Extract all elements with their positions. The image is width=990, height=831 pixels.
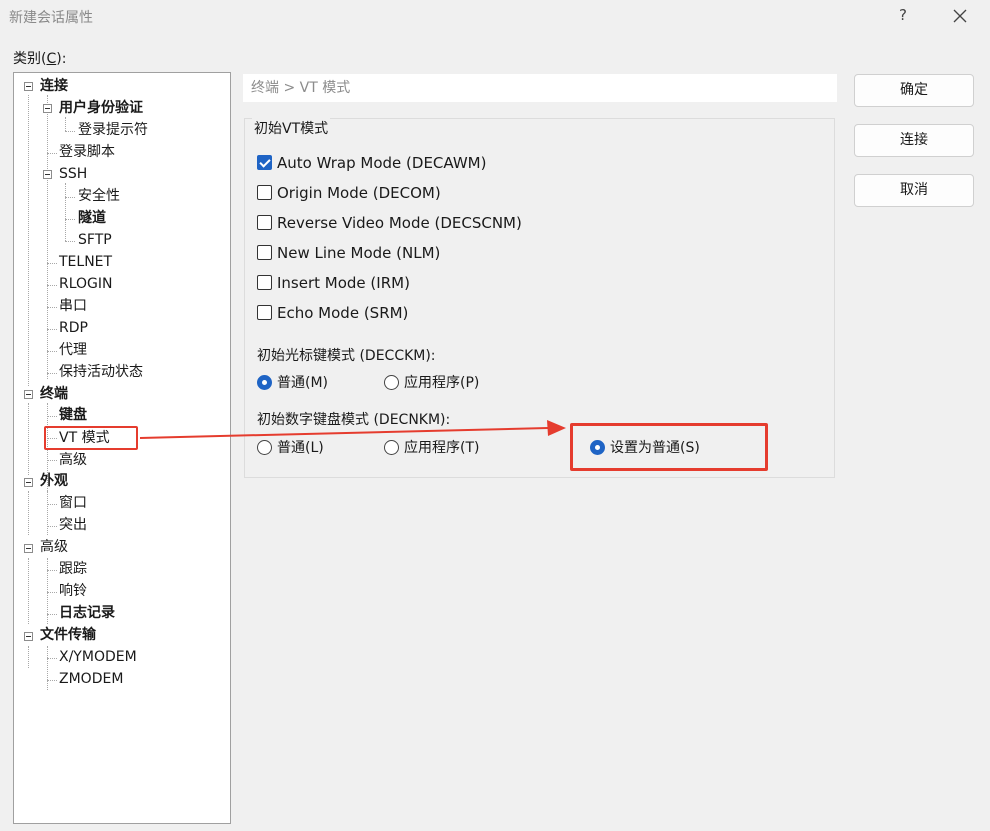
cancel-button[interactable]: 取消 [854,174,974,207]
tree-item-login-prompts[interactable]: 登录提示符 [78,120,148,140]
tree-item-tunneling[interactable]: 隧道 [78,208,106,228]
tree-item-telnet[interactable]: TELNET [59,252,112,272]
tree-item-sftp[interactable]: SFTP [78,230,112,250]
tree-item-rlogin[interactable]: RLOGIN [59,274,113,294]
tree-item-keep-alive[interactable]: 保持活动状态 [59,362,143,382]
tree-item-advanced[interactable]: 高级 [40,537,68,557]
collapse-icon[interactable] [24,632,33,641]
tree-item-zmodem[interactable]: ZMODEM [59,669,123,689]
tree-item-logging[interactable]: 日志记录 [59,603,115,623]
tree-item-trace[interactable]: 跟踪 [59,559,87,579]
cursor-keys-label: 初始光标键模式 (DECCKM): [257,348,436,364]
tree-item-file-transfer[interactable]: 文件传输 [40,625,96,645]
collapse-icon[interactable] [24,390,33,399]
radio-icon [384,375,399,390]
breadcrumb: 终端 > VT 模式 [243,74,837,102]
checkbox-checked-icon [257,155,272,170]
ok-button[interactable]: 确定 [854,74,974,107]
tree-item-appearance[interactable]: 外观 [40,471,68,491]
tree-item-authentication[interactable]: 用户身份验证 [59,98,143,118]
tree-item-ssh[interactable]: SSH [59,164,87,184]
close-icon [953,9,967,23]
category-label: 类别(C): [13,51,67,67]
help-button[interactable]: ? [895,6,911,26]
collapse-icon[interactable] [24,82,33,91]
close-button[interactable] [948,4,972,28]
tree-item-terminal-advanced[interactable]: 高级 [59,450,87,470]
collapse-icon[interactable] [43,104,52,113]
connect-button[interactable]: 连接 [854,124,974,157]
radio-icon [257,440,272,455]
collapse-icon[interactable] [24,544,33,553]
tree-item-xymodem[interactable]: X/YMODEM [59,647,137,667]
checkbox-icon [257,215,272,230]
checkbox-icon [257,275,272,290]
tree-item-bell[interactable]: 响铃 [59,581,87,601]
set-normal-highlight-box [570,423,768,471]
vt-mode-highlight-box [44,426,138,450]
tree-item-keyboard[interactable]: 键盘 [59,405,87,425]
checkbox-icon [257,245,272,260]
tree-item-highlight[interactable]: 突出 [59,515,87,535]
collapse-icon[interactable] [43,170,52,179]
tree-item-login-script[interactable]: 登录脚本 [59,142,115,162]
radio-icon [384,440,399,455]
group-title: 初始VT模式 [252,118,331,138]
checkbox-icon [257,305,272,320]
tree-item-window[interactable]: 窗口 [59,493,87,513]
tree-item-proxy[interactable]: 代理 [59,340,87,360]
keypad-label: 初始数字键盘模式 (DECNKM): [257,412,451,428]
collapse-icon[interactable] [24,478,33,487]
title-bar: 新建会话属性 ? [0,0,990,34]
tree-item-connection[interactable]: 连接 [40,76,68,96]
tree-item-terminal[interactable]: 终端 [40,384,68,404]
tree-item-serial[interactable]: 串口 [59,296,87,316]
radio-selected-icon [257,375,272,390]
tree-item-rdp[interactable]: RDP [59,318,88,338]
window-title: 新建会话属性 [9,10,93,26]
checkbox-icon [257,185,272,200]
tree-item-security[interactable]: 安全性 [78,186,120,206]
